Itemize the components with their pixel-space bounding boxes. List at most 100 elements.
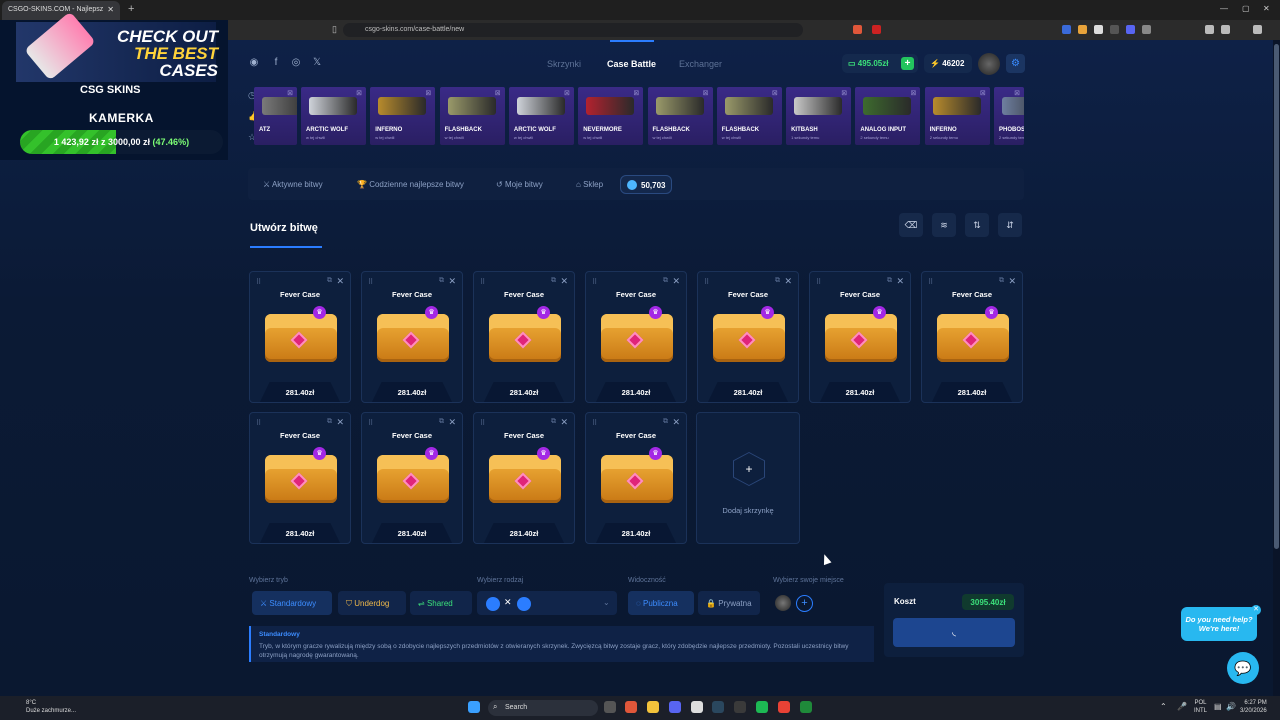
hide-icon[interactable]: ⊠ [911,89,917,97]
chrome-icon[interactable] [778,701,790,713]
duplicate-icon[interactable]: ⧉ [327,277,332,285]
instagram-icon[interactable]: ◎ [289,57,303,71]
remove-case-icon[interactable]: ✕ [336,417,344,428]
create-battle-button[interactable]: ◟ [893,618,1015,647]
tab-shop[interactable]: ⌂ Sklep [576,180,603,189]
brave-shield-icon[interactable] [853,25,862,34]
drop-item[interactable]: PHOBOS 2 sekundy temu ⊠ [994,87,1024,145]
case-card[interactable]: ⠿ ⧉ ✕ Fever Case ♛ 281.40zł [249,412,351,544]
drag-handle-icon[interactable]: ⠿ [368,278,373,286]
hide-icon[interactable]: ⊠ [841,89,847,97]
remove-case-icon[interactable]: ✕ [672,276,680,287]
help-bubble[interactable]: Do you need help? We're here! [1181,607,1257,641]
drag-handle-icon[interactable]: ⠿ [592,419,597,427]
drag-handle-icon[interactable]: ⠿ [480,419,485,427]
drop-item[interactable]: INFERNO w tej chwili ⊠ [370,87,436,145]
visibility-public-button[interactable]: ◌ Publiczna [628,591,694,615]
mode-shared-button[interactable]: ⇌ Shared [410,591,472,615]
remove-case-icon[interactable]: ✕ [448,417,456,428]
drag-handle-icon[interactable]: ⠿ [928,278,933,286]
hide-icon[interactable]: ⊠ [980,89,986,97]
duplicate-icon[interactable]: ⧉ [551,418,556,426]
hide-icon[interactable]: ⊠ [425,89,431,97]
duplicate-icon[interactable]: ⧉ [439,418,444,426]
discord-icon[interactable]: ◉ [247,57,261,71]
drag-handle-icon[interactable]: ⠿ [816,278,821,286]
brave-icon[interactable] [625,701,637,713]
case-card[interactable]: ⠿ ⧉ ✕ Fever Case ♛ 281.40zł [249,271,351,403]
facebook-icon[interactable]: f [269,57,283,71]
drop-item[interactable]: ANALOG INPUT 2 sekundy temu ⊠ [855,87,921,145]
case-card[interactable]: ⠿ ⧉ ✕ Fever Case ♛ 281.40zł [585,271,687,403]
task-view-icon[interactable] [604,701,616,713]
file-explorer-icon[interactable] [647,701,659,713]
seat-add-button[interactable]: + [796,595,813,612]
url-field[interactable]: csgo-skins.com/case-battle/new [343,23,803,37]
duplicate-icon[interactable]: ⧉ [663,418,668,426]
taskbar-clock[interactable]: 6:27 PM 3/20/2026 [1240,699,1267,715]
extension-icon[interactable] [1110,25,1119,34]
sidebar-icon[interactable] [1205,25,1214,34]
chat-icon[interactable]: 💬 [1227,652,1259,684]
remove-case-icon[interactable]: ✕ [448,276,456,287]
extension-icon[interactable] [1078,25,1087,34]
sort-desc-icon[interactable]: ⇵ [998,213,1022,237]
app-icon[interactable] [734,701,746,713]
hide-icon[interactable]: ⊠ [633,89,639,97]
duplicate-icon[interactable]: ⧉ [775,277,780,285]
duplicate-icon[interactable]: ⧉ [999,277,1004,285]
remove-case-icon[interactable]: ✕ [1008,276,1016,287]
extension-icon[interactable] [1142,25,1151,34]
drop-item[interactable]: KITBASH 1 sekundy temu ⊠ [786,87,852,145]
steam-icon[interactable] [712,701,724,713]
remove-case-icon[interactable]: ✕ [560,276,568,287]
tab-active-battles[interactable]: ⚔ Aktywne bitwy [263,180,323,189]
case-card[interactable]: ⠿ ⧉ ✕ Fever Case ♛ 281.40zł [809,271,911,403]
remove-case-icon[interactable]: ✕ [560,417,568,428]
drop-item[interactable]: FLASHBACK w tej chwili ⊠ [716,87,782,145]
hide-icon[interactable]: ⊠ [1014,89,1020,97]
close-help-icon[interactable]: ✕ [1251,605,1261,615]
deposit-button[interactable]: + [901,57,914,70]
coins-display[interactable]: ⚡ 46202 [924,54,972,73]
drag-handle-icon[interactable]: ⠿ [256,278,261,286]
tab-skrzynki[interactable]: Skrzynki [547,59,581,69]
remove-case-icon[interactable]: ✕ [336,276,344,287]
app-icon[interactable] [800,701,812,713]
drag-handle-icon[interactable]: ⠿ [592,278,597,286]
minimize-icon[interactable]: — [1220,4,1228,13]
brave-rewards-icon[interactable] [872,25,881,34]
drop-item[interactable]: INFERNO 2 sekundy temu ⊠ [924,87,990,145]
duplicate-icon[interactable]: ⧉ [663,277,668,285]
settings-gear-icon[interactable]: ⚙ [1006,54,1025,73]
gem-balance[interactable]: 50,703 [620,175,672,194]
tab-my-battles[interactable]: ↺ Moje bitwy [496,180,543,189]
tab-case-battle[interactable]: Case Battle [607,59,656,69]
extension-icon[interactable] [1094,25,1103,34]
remove-case-icon[interactable]: ✕ [896,276,904,287]
case-card[interactable]: ⠿ ⧉ ✕ Fever Case ♛ 281.40zł [473,271,575,403]
tray-chevron-icon[interactable]: ⌃ [1160,702,1167,711]
close-tab-icon[interactable]: ✕ [107,5,114,14]
remove-case-icon[interactable]: ✕ [784,276,792,287]
hide-icon[interactable]: ⊠ [495,89,501,97]
case-card[interactable]: ⠿ ⧉ ✕ Fever Case ♛ 281.40zł [697,271,799,403]
tab-exchanger[interactable]: Exchanger [679,59,722,69]
drop-item[interactable]: FLASHBACK w tej chwili ⊠ [647,87,713,145]
windows-start-icon[interactable] [468,701,480,713]
menu-icon[interactable] [1253,25,1262,34]
drag-handle-icon[interactable]: ⠿ [256,419,261,427]
bookmark-icon[interactable]: ▯ [332,24,337,35]
x-twitter-icon[interactable]: 𝕏 [310,57,324,71]
duplicate-icon[interactable]: ⧉ [887,277,892,285]
case-card[interactable]: ⠿ ⧉ ✕ Fever Case ♛ 281.40zł [473,412,575,544]
hide-icon[interactable]: ⊠ [564,89,570,97]
duplicate-icon[interactable]: ⧉ [327,418,332,426]
duplicate-icon[interactable]: ⧉ [439,277,444,285]
network-icon[interactable]: ▤ [1214,702,1222,711]
visibility-private-button[interactable]: 🔒 Prywatna [698,591,760,615]
maximize-icon[interactable]: ▢ [1242,4,1250,13]
hide-icon[interactable]: ⊠ [356,89,362,97]
case-card[interactable]: ⠿ ⧉ ✕ Fever Case ♛ 281.40zł [585,412,687,544]
chevron-down-icon[interactable]: ⌄ [603,598,610,607]
